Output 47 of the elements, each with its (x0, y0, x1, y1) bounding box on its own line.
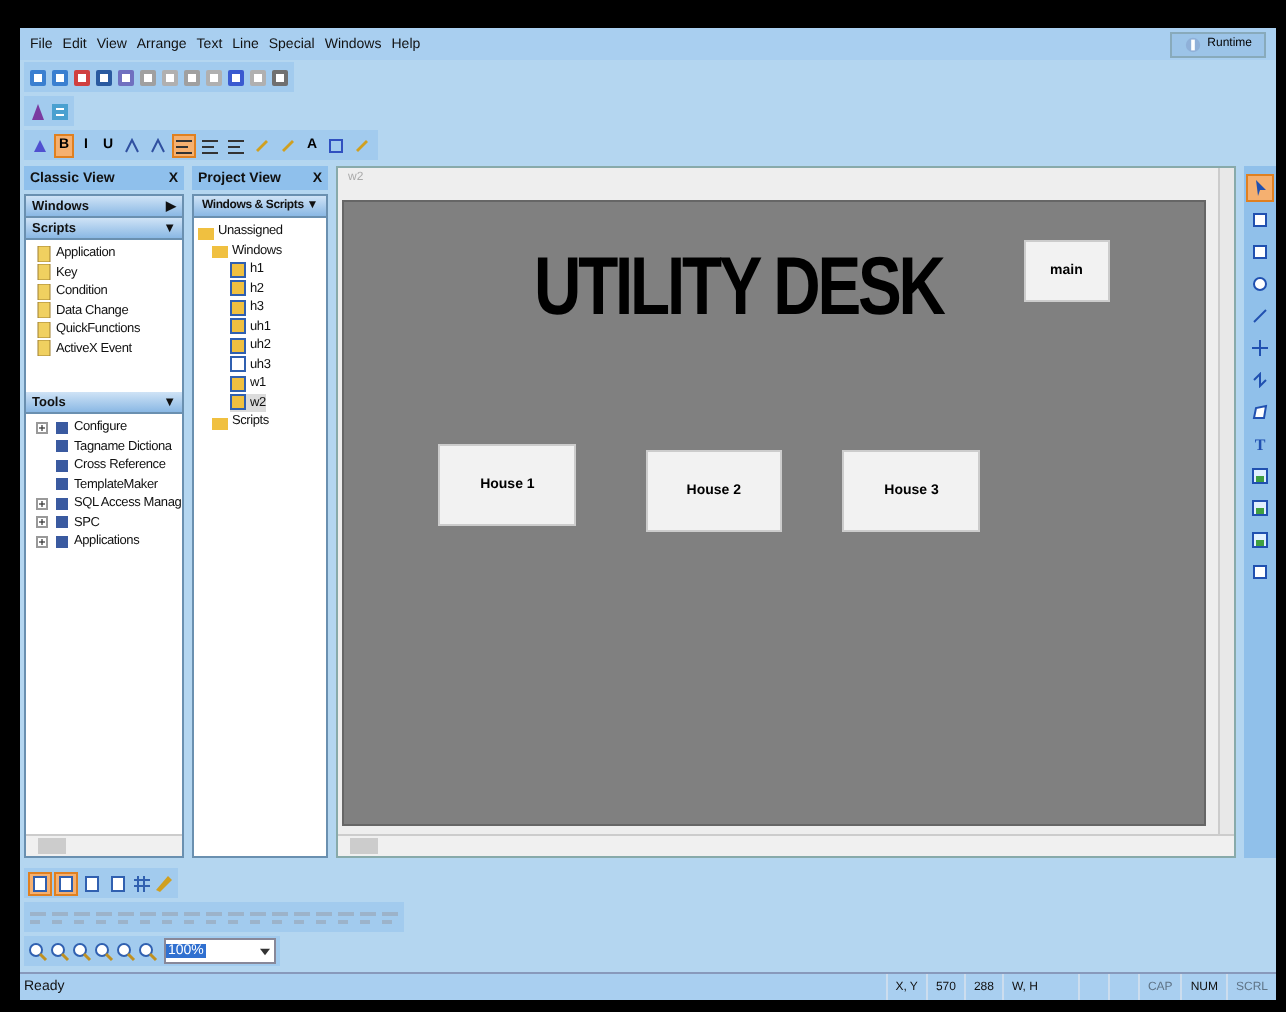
script-icon[interactable] (50, 101, 70, 121)
wizard-icon[interactable] (28, 101, 48, 121)
fill-icon (32, 137, 48, 153)
expand-icon[interactable] (36, 516, 48, 529)
zoom-icon[interactable] (116, 941, 136, 961)
image-icon (1252, 500, 1268, 516)
plus-icon (1252, 340, 1268, 356)
format-button[interactable] (146, 133, 170, 157)
align-icon (228, 137, 244, 153)
grid-icon[interactable] (132, 873, 152, 893)
view-button[interactable] (80, 871, 104, 895)
dropdown-arrow-icon (260, 947, 270, 955)
expand-icon[interactable] (36, 535, 48, 548)
expand-icon[interactable] (36, 421, 48, 434)
zoom-icon[interactable] (138, 941, 158, 961)
canvas-heading: UTILITY DESK (533, 239, 942, 334)
format-button[interactable] (324, 133, 348, 157)
hand-icon (1183, 35, 1202, 53)
zoom-icon[interactable] (50, 941, 70, 961)
format-button[interactable] (172, 133, 196, 157)
view-button[interactable] (28, 871, 52, 895)
frame-icon (328, 137, 344, 153)
polygon-icon (1252, 404, 1268, 420)
zigzag-icon (1252, 372, 1268, 388)
zoom-icon[interactable] (94, 941, 114, 961)
align-icon (176, 137, 192, 153)
folder-icon (212, 413, 228, 430)
image-icon (1252, 532, 1268, 548)
drawing-tool[interactable] (1246, 494, 1274, 522)
drawing-tool[interactable]: T (1246, 430, 1274, 458)
pointer-icon (1252, 180, 1268, 196)
format-button[interactable] (120, 133, 144, 157)
zoom-icon[interactable] (72, 941, 92, 961)
drawing-tool[interactable] (1246, 462, 1274, 490)
drawing-tool[interactable] (1246, 526, 1274, 554)
image-icon (1252, 468, 1268, 484)
view-button[interactable] (106, 871, 130, 895)
align-icon (202, 137, 218, 153)
line-icon (1252, 308, 1268, 324)
expand-icon[interactable] (36, 497, 48, 510)
drawing-tool[interactable] (1246, 174, 1274, 202)
rectangle-icon (1252, 564, 1268, 580)
view-button[interactable] (54, 871, 78, 895)
drawing-tool[interactable] (1246, 334, 1274, 362)
circle-icon (1252, 276, 1268, 292)
pen-icon (354, 137, 370, 153)
zoom-icon[interactable] (28, 941, 48, 961)
